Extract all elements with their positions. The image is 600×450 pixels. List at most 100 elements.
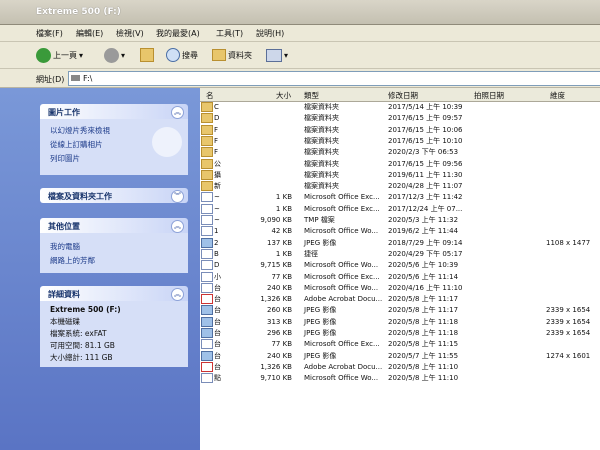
folder-icon	[201, 181, 213, 192]
file-size: 1 KB	[275, 249, 292, 258]
views-icon	[266, 48, 282, 62]
table-row[interactable]: 台 240 KB JPEG 影像 2020/5/7 上午 11:55 1274 x 16…	[200, 350, 600, 362]
table-row[interactable]: 台 260 KB JPEG 影像 2020/5/8 上午 11:17 2339 x 16…	[200, 305, 600, 316]
table-row[interactable]: D 檔案資料夾 2017/6/15 上午 09:57	[200, 113, 600, 124]
table-row[interactable]: 點 9,710 KB Microsoft Office Wo... 2020/5/8 …	[200, 373, 600, 384]
order-prints-link[interactable]: 從線上訂購相片	[50, 139, 103, 150]
table-row[interactable]: D 9,715 KB Microsoft Office Wo... 2020/5/6 …	[200, 260, 600, 271]
column-dimensions[interactable]: 維度	[550, 90, 565, 101]
table-row[interactable]: 2 137 KB JPEG 影像 2018/7/29 上午 09:14 1108 x 1…	[200, 237, 600, 249]
table-row[interactable]: ~1 KB Microsoft Office Exc... 2017/12/3 上午…	[200, 192, 600, 203]
file-name: 台	[214, 329, 221, 337]
column-name[interactable]: 名	[206, 90, 214, 101]
drive-icon	[71, 75, 80, 81]
table-row[interactable]: 公 檔案資料夾 2017/6/15 上午 09:56	[200, 158, 600, 170]
table-row[interactable]: 新 檔案資料夾 2020/4/28 上午 11:07	[200, 181, 600, 192]
doc-icon	[201, 215, 213, 225]
address-bar: 網址(D) F:\	[0, 69, 600, 88]
file-type: Adobe Acrobat Docu...	[304, 295, 383, 304]
file-name: 攝	[214, 170, 221, 179]
slideshow-link[interactable]: 以幻燈片秀來檢視	[50, 125, 110, 136]
print-pictures-link[interactable]: 列印圖片	[50, 153, 80, 164]
my-computer-link[interactable]: 我的電腦	[50, 241, 80, 252]
table-row[interactable]: 台 313 KB JPEG 影像 2020/5/8 上午 11:18 2339 x 16…	[200, 316, 600, 328]
collapse-chevron-icon[interactable]: ︽	[171, 288, 184, 301]
table-row[interactable]: 1 42 KB Microsoft Office Wo... 2019/6/2 上午 …	[200, 226, 600, 237]
details-panel: 詳細資料 ︽ Extreme 500 (F:) 本機磁碟 檔案系統: exFAT…	[40, 286, 188, 367]
folder-icon	[201, 124, 213, 135]
menu-tools[interactable]: 工具(T)	[216, 28, 243, 39]
table-row[interactable]: 台 1,326 KB Adobe Acrobat Docu... 2020/5/8 上…	[200, 361, 600, 373]
network-places-link[interactable]: 網路上的芳鄰	[50, 255, 95, 266]
file-type: 檔案資料夾	[304, 182, 339, 191]
pdf-icon	[201, 294, 213, 305]
table-row[interactable]: 台 296 KB JPEG 影像 2020/5/8 上午 11:18 2339 x 16…	[200, 328, 600, 339]
address-input[interactable]: F:\	[68, 71, 600, 86]
file-name: 台	[214, 283, 221, 292]
file-name: ~	[214, 204, 220, 213]
title-bar[interactable]: Extreme 500 (F:)	[0, 0, 600, 25]
collapse-chevron-icon[interactable]: ︽	[171, 220, 184, 233]
column-date-taken[interactable]: 拍照日期	[474, 90, 504, 101]
chevron-down-icon: ▾	[79, 50, 84, 60]
file-size: 240 KB	[267, 351, 292, 360]
file-modified: 2020/5/8 上午 11:17	[388, 295, 459, 304]
table-row[interactable]: F 檔案資料夾 2017/6/15 上午 10:06	[200, 124, 600, 136]
menu-bar: 檔案(F) 編輯(E) 檢視(V) 我的最愛(A) 工具(T) 說明(H)	[0, 25, 600, 42]
file-modified: 2017/12/24 上午 07...	[388, 204, 463, 213]
other-places-panel: 其他位置 ︽ 我的電腦 網路上的芳鄰	[40, 218, 188, 273]
file-type: Microsoft Office Wo...	[304, 227, 379, 236]
table-row[interactable]: F 檔案資料夾 2020/2/3 下午 06:53	[200, 147, 600, 158]
menu-file[interactable]: 檔案(F)	[36, 28, 63, 39]
table-row[interactable]: C 檔案資料夾 2017/5/14 上午 10:39	[200, 102, 600, 113]
expand-chevron-icon[interactable]: ︾	[171, 190, 184, 203]
free-space: 可用空間: 81.1 GB	[50, 341, 115, 350]
forward-button[interactable]: ▾	[104, 47, 125, 63]
collapse-chevron-icon[interactable]: ︽	[171, 106, 184, 119]
file-size: 9,715 KB	[260, 261, 292, 270]
column-type[interactable]: 類型	[304, 90, 319, 101]
menu-view[interactable]: 檢視(V)	[116, 28, 144, 39]
column-modified[interactable]: 修改日期	[388, 90, 418, 101]
doc-icon	[201, 282, 213, 293]
file-modified: 2017/6/15 上午 10:06	[388, 125, 463, 134]
table-row[interactable]: ~1 KB Microsoft Office Exc... 2017/12/24 上…	[200, 203, 600, 215]
table-row[interactable]: 小 77 KB Microsoft Office Exc... 2020/5/6 上午…	[200, 271, 600, 283]
picture-tasks-panel: 圖片工作 ︽ 以幻燈片秀來檢視 從線上訂購相片 列印圖片	[40, 104, 188, 175]
menu-favorites[interactable]: 我的最愛(A)	[156, 28, 200, 39]
table-row[interactable]: 攝 檔案資料夾 2019/6/11 上午 11:30	[200, 169, 600, 181]
file-name: ~	[214, 193, 220, 202]
up-folder-button[interactable]	[140, 47, 154, 63]
file-dimensions: 1108 x 1477	[546, 238, 591, 247]
img-icon	[201, 237, 213, 248]
search-button[interactable]: 搜尋	[166, 47, 198, 63]
file-folder-tasks-panel: 檔案及資料夾工作 ︾	[40, 188, 188, 203]
file-modified: 2017/6/15 上午 09:57	[388, 114, 463, 123]
column-size[interactable]: 大小	[276, 90, 291, 101]
file-folder-tasks-header[interactable]: 檔案及資料夾工作 ︾	[40, 188, 188, 203]
table-row[interactable]: 台 1,326 KB Adobe Acrobat Docu... 2020/5/8 上…	[200, 294, 600, 305]
other-places-header[interactable]: 其他位置 ︽	[40, 218, 188, 233]
file-size: 9,710 KB	[260, 374, 292, 383]
table-row[interactable]: 台 77 KB Microsoft Office Exc... 2020/5/8 上午…	[200, 339, 600, 350]
table-row[interactable]: B 1 KB 捷徑 2020/4/29 下午 05:17	[200, 248, 600, 260]
menu-edit[interactable]: 編輯(E)	[76, 28, 103, 39]
file-type: Microsoft Office Exc...	[304, 340, 380, 349]
file-modified: 2017/5/14 上午 10:39	[388, 103, 463, 111]
folders-button[interactable]: 資料夾	[212, 47, 252, 63]
details-header[interactable]: 詳細資料 ︽	[40, 286, 188, 301]
file-name: C	[214, 103, 219, 111]
menu-help[interactable]: 說明(H)	[256, 28, 284, 39]
table-row[interactable]: 台 240 KB Microsoft Office Wo... 2020/4/16 上…	[200, 282, 600, 294]
back-button[interactable]: 上一頁 ▾	[36, 47, 83, 63]
file-dimensions: 2339 x 1654	[546, 329, 591, 337]
file-name: F	[214, 148, 219, 157]
picture-tasks-header[interactable]: 圖片工作 ︽	[40, 104, 188, 119]
folder-icon	[201, 147, 213, 158]
table-row[interactable]: ~9,090 KB TMP 檔案 2020/5/3 上午 11:32	[200, 215, 600, 226]
table-row[interactable]: F 檔案資料夾 2017/6/15 上午 10:10	[200, 135, 600, 147]
file-modified: 2020/4/16 上午 11:10	[388, 283, 463, 292]
views-button[interactable]: ▾	[266, 47, 288, 63]
file-modified: 2020/5/8 上午 11:10	[388, 374, 459, 383]
file-modified: 2020/5/7 上午 11:55	[388, 351, 459, 360]
